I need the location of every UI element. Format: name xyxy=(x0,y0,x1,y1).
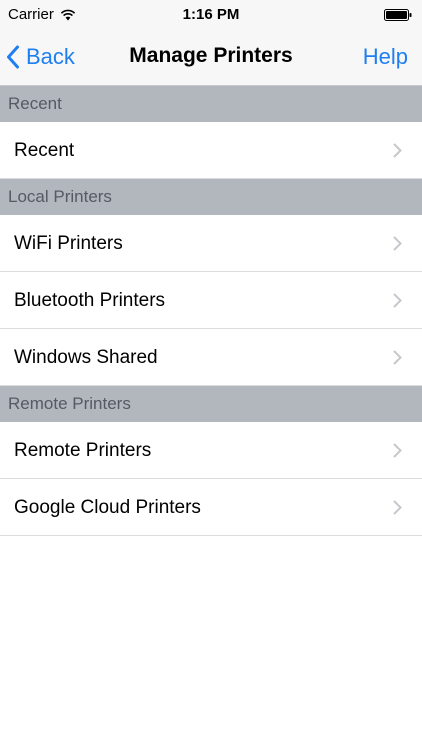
screen: Carrier 1:16 PM Back Manage Printers Hel… xyxy=(0,0,422,750)
list-item-bluetooth-printers[interactable]: Bluetooth Printers xyxy=(0,272,422,329)
list-item-label: Recent xyxy=(14,140,75,161)
chevron-right-icon xyxy=(393,443,402,458)
list-item-label: Bluetooth Printers xyxy=(14,290,166,311)
list-item-recent[interactable]: Recent xyxy=(0,122,422,179)
page-title: Manage Printers xyxy=(129,44,293,67)
battery-icon xyxy=(384,9,412,21)
list-item-windows-shared[interactable]: Windows Shared xyxy=(0,329,422,386)
printer-list: Recent Recent Local Printers WiFi Printe… xyxy=(0,86,422,536)
chevron-right-icon xyxy=(393,236,402,251)
list-item-label: Google Cloud Printers xyxy=(14,497,201,518)
list-item-label: Windows Shared xyxy=(14,347,158,368)
section-header-remote-printers: Remote Printers xyxy=(0,386,422,422)
chevron-right-icon xyxy=(393,350,402,365)
chevron-right-icon xyxy=(393,143,402,158)
navigation-bar: Back Manage Printers Help xyxy=(0,30,422,86)
list-item-label: Remote Printers xyxy=(14,440,152,461)
list-item-label: WiFi Printers xyxy=(14,233,123,254)
chevron-right-icon xyxy=(393,500,402,515)
section-header-local-printers: Local Printers xyxy=(0,179,422,215)
status-bar: Carrier 1:16 PM xyxy=(0,0,422,30)
list-item-wifi-printers[interactable]: WiFi Printers xyxy=(0,215,422,272)
chevron-right-icon xyxy=(393,293,402,308)
list-item-google-cloud-printers[interactable]: Google Cloud Printers xyxy=(0,479,422,536)
list-item-remote-printers[interactable]: Remote Printers xyxy=(0,422,422,479)
status-time: 1:16 PM xyxy=(182,6,240,23)
section-header-recent: Recent xyxy=(0,86,422,122)
help-button[interactable]: Help xyxy=(363,44,408,70)
